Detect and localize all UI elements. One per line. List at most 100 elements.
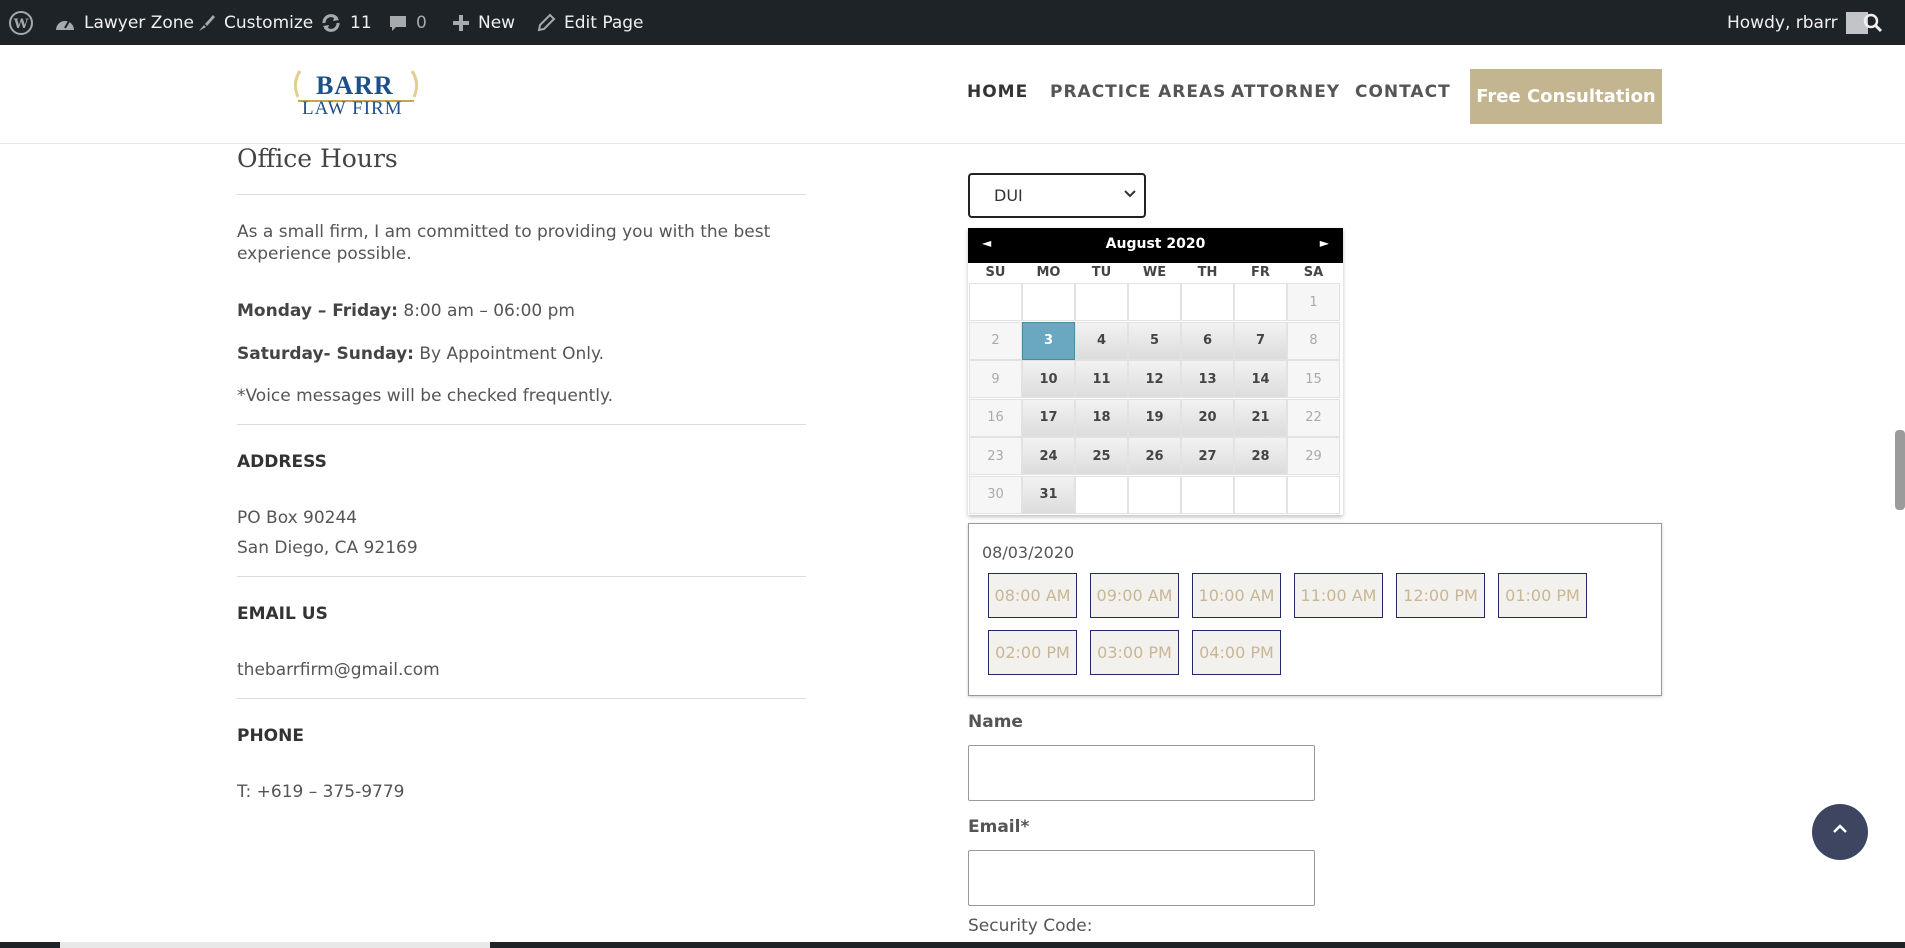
calendar-day[interactable]: 27 [1181, 437, 1234, 475]
day-of-week-header: FR [1251, 265, 1270, 280]
calendar-day[interactable]: 14 [1234, 360, 1287, 398]
calendar-day[interactable]: 5 [1128, 321, 1181, 360]
address-line2: San Diego, CA 92169 [237, 538, 418, 558]
day-of-week-header: SU [985, 265, 1006, 280]
calendar-day[interactable]: 20 [1181, 398, 1234, 437]
search-button[interactable] [1863, 0, 1883, 45]
edit-page-label: Edit Page [564, 12, 644, 33]
phone-number: T: +619 – 375-9779 [237, 782, 405, 802]
divider [237, 424, 806, 425]
dashboard-icon [54, 14, 76, 32]
back-to-top-button[interactable] [1812, 804, 1868, 860]
selected-date: 08/03/2020 [982, 543, 1075, 562]
calendar-day[interactable]: 7 [1234, 321, 1287, 360]
calendar-day: 22 [1287, 398, 1340, 437]
free-consultation-button[interactable]: Free Consultation [1470, 69, 1662, 124]
site-name-label: Lawyer Zone [84, 12, 194, 33]
calendar-day: 15 [1287, 360, 1340, 398]
search-icon [1863, 13, 1883, 33]
plus-icon [452, 14, 470, 32]
calendar-day[interactable]: 11 [1075, 360, 1128, 398]
new-label: New [478, 12, 516, 33]
service-select[interactable]: DUI [968, 173, 1146, 218]
day-of-week-header: SA [1303, 265, 1324, 280]
time-slot-button[interactable]: 04:00 PM [1192, 630, 1281, 675]
comment-icon [388, 13, 408, 33]
calendar-day[interactable]: 4 [1075, 321, 1128, 360]
divider [237, 194, 806, 195]
calendar-header: ◄ August 2020 ► [968, 228, 1343, 263]
calendar-day[interactable]: 3 [1022, 321, 1075, 360]
calendar-day: 23 [969, 437, 1022, 475]
calendar-day[interactable]: 12 [1128, 360, 1181, 398]
updates-icon [320, 12, 342, 34]
calendar-day[interactable]: 10 [1022, 360, 1075, 398]
weekday-label: Monday – Friday: [237, 301, 398, 321]
customize-link[interactable]: Customize [196, 0, 313, 45]
site-logo[interactable]: BARR LAW FIRM [290, 65, 422, 123]
calendar-day[interactable]: 6 [1181, 321, 1234, 360]
calendar-day[interactable]: 19 [1128, 398, 1181, 437]
day-of-week-header: TU [1091, 265, 1112, 280]
name-input[interactable] [968, 745, 1315, 801]
brush-icon [196, 13, 216, 33]
divider [237, 698, 806, 699]
time-slot-button[interactable]: 10:00 AM [1192, 573, 1281, 618]
time-slot-button[interactable]: 01:00 PM [1498, 573, 1587, 618]
account-menu[interactable]: Howdy, rbarr [1727, 0, 1868, 45]
address-line1: PO Box 90244 [237, 508, 358, 528]
calendar-day[interactable]: 26 [1128, 437, 1181, 475]
divider [237, 576, 806, 577]
calendar-empty-cell [1022, 283, 1075, 321]
howdy-label: Howdy, rbarr [1727, 12, 1838, 33]
time-slot-button[interactable]: 03:00 PM [1090, 630, 1179, 675]
calendar-day[interactable]: 18 [1075, 398, 1128, 437]
edit-page-link[interactable]: Edit Page [536, 0, 643, 45]
pencil-icon [536, 13, 556, 33]
comments-link[interactable]: 0 [388, 0, 427, 45]
nav-contact[interactable]: CONTACT [1355, 82, 1451, 102]
address-label: ADDRESS [237, 452, 327, 472]
time-slot-button[interactable]: 08:00 AM [988, 573, 1077, 618]
time-slot-button[interactable]: 11:00 AM [1294, 573, 1383, 618]
nav-practice-areas[interactable]: PRACTICE AREAS [1050, 82, 1226, 102]
time-slot-button[interactable]: 12:00 PM [1396, 573, 1485, 618]
weekend-hours: Saturday- Sunday: By Appointment Only. [237, 344, 604, 364]
calendar-month-title: August 2020 [1105, 236, 1206, 252]
horizontal-scrollbar-thumb[interactable] [60, 942, 490, 948]
chevron-down-icon [1124, 187, 1136, 203]
email-link[interactable]: thebarrfirm@gmail.com [237, 660, 440, 680]
phone-label: PHONE [237, 726, 304, 746]
day-of-week-header: TH [1197, 265, 1218, 280]
email-input[interactable] [968, 850, 1315, 906]
scrollbar-thumb[interactable] [1895, 430, 1905, 510]
site-name-link[interactable]: Lawyer Zone [54, 0, 194, 45]
calendar-empty-cell [1234, 475, 1287, 514]
calendar-day[interactable]: 21 [1234, 398, 1287, 437]
calendar-day[interactable]: 13 [1181, 360, 1234, 398]
new-content-link[interactable]: New [452, 0, 515, 45]
logo-line2: LAW FIRM [302, 98, 403, 119]
wordpress-menu[interactable]: W [8, 0, 34, 45]
security-code-label: Security Code: [968, 916, 1093, 936]
day-of-week-header: WE [1142, 265, 1167, 280]
calendar-day[interactable]: 25 [1075, 437, 1128, 475]
date-picker: ◄ August 2020 ► SU MO TU WE TH FR SA 1 2 3 4 5 6 7 8 9 1… [968, 228, 1343, 515]
calendar-day[interactable]: 24 [1022, 437, 1075, 475]
wordpress-icon: W [8, 10, 34, 36]
calendar-day[interactable]: 31 [1022, 475, 1075, 514]
service-select-value: DUI [994, 186, 1023, 205]
admin-bar: W Lawyer Zone Customize 11 0 New Edit Pa… [0, 0, 1905, 45]
email-us-label: EMAIL US [237, 604, 328, 624]
horizontal-scrollbar[interactable] [0, 942, 1905, 948]
next-month-button[interactable]: ► [1320, 236, 1329, 250]
time-slot-panel: 08/03/2020 08:00 AM 09:00 AM 10:00 AM 11:00… [968, 523, 1662, 696]
calendar-day[interactable]: 17 [1022, 398, 1075, 437]
nav-home[interactable]: HOME [967, 82, 1028, 102]
updates-link[interactable]: 11 [320, 0, 372, 45]
nav-attorney[interactable]: ATTORNEY [1231, 82, 1340, 102]
time-slot-button[interactable]: 09:00 AM [1090, 573, 1179, 618]
time-slot-button[interactable]: 02:00 PM [988, 630, 1077, 675]
weekday-hours: Monday – Friday: 8:00 am – 06:00 pm [237, 301, 575, 321]
calendar-day[interactable]: 28 [1234, 437, 1287, 475]
